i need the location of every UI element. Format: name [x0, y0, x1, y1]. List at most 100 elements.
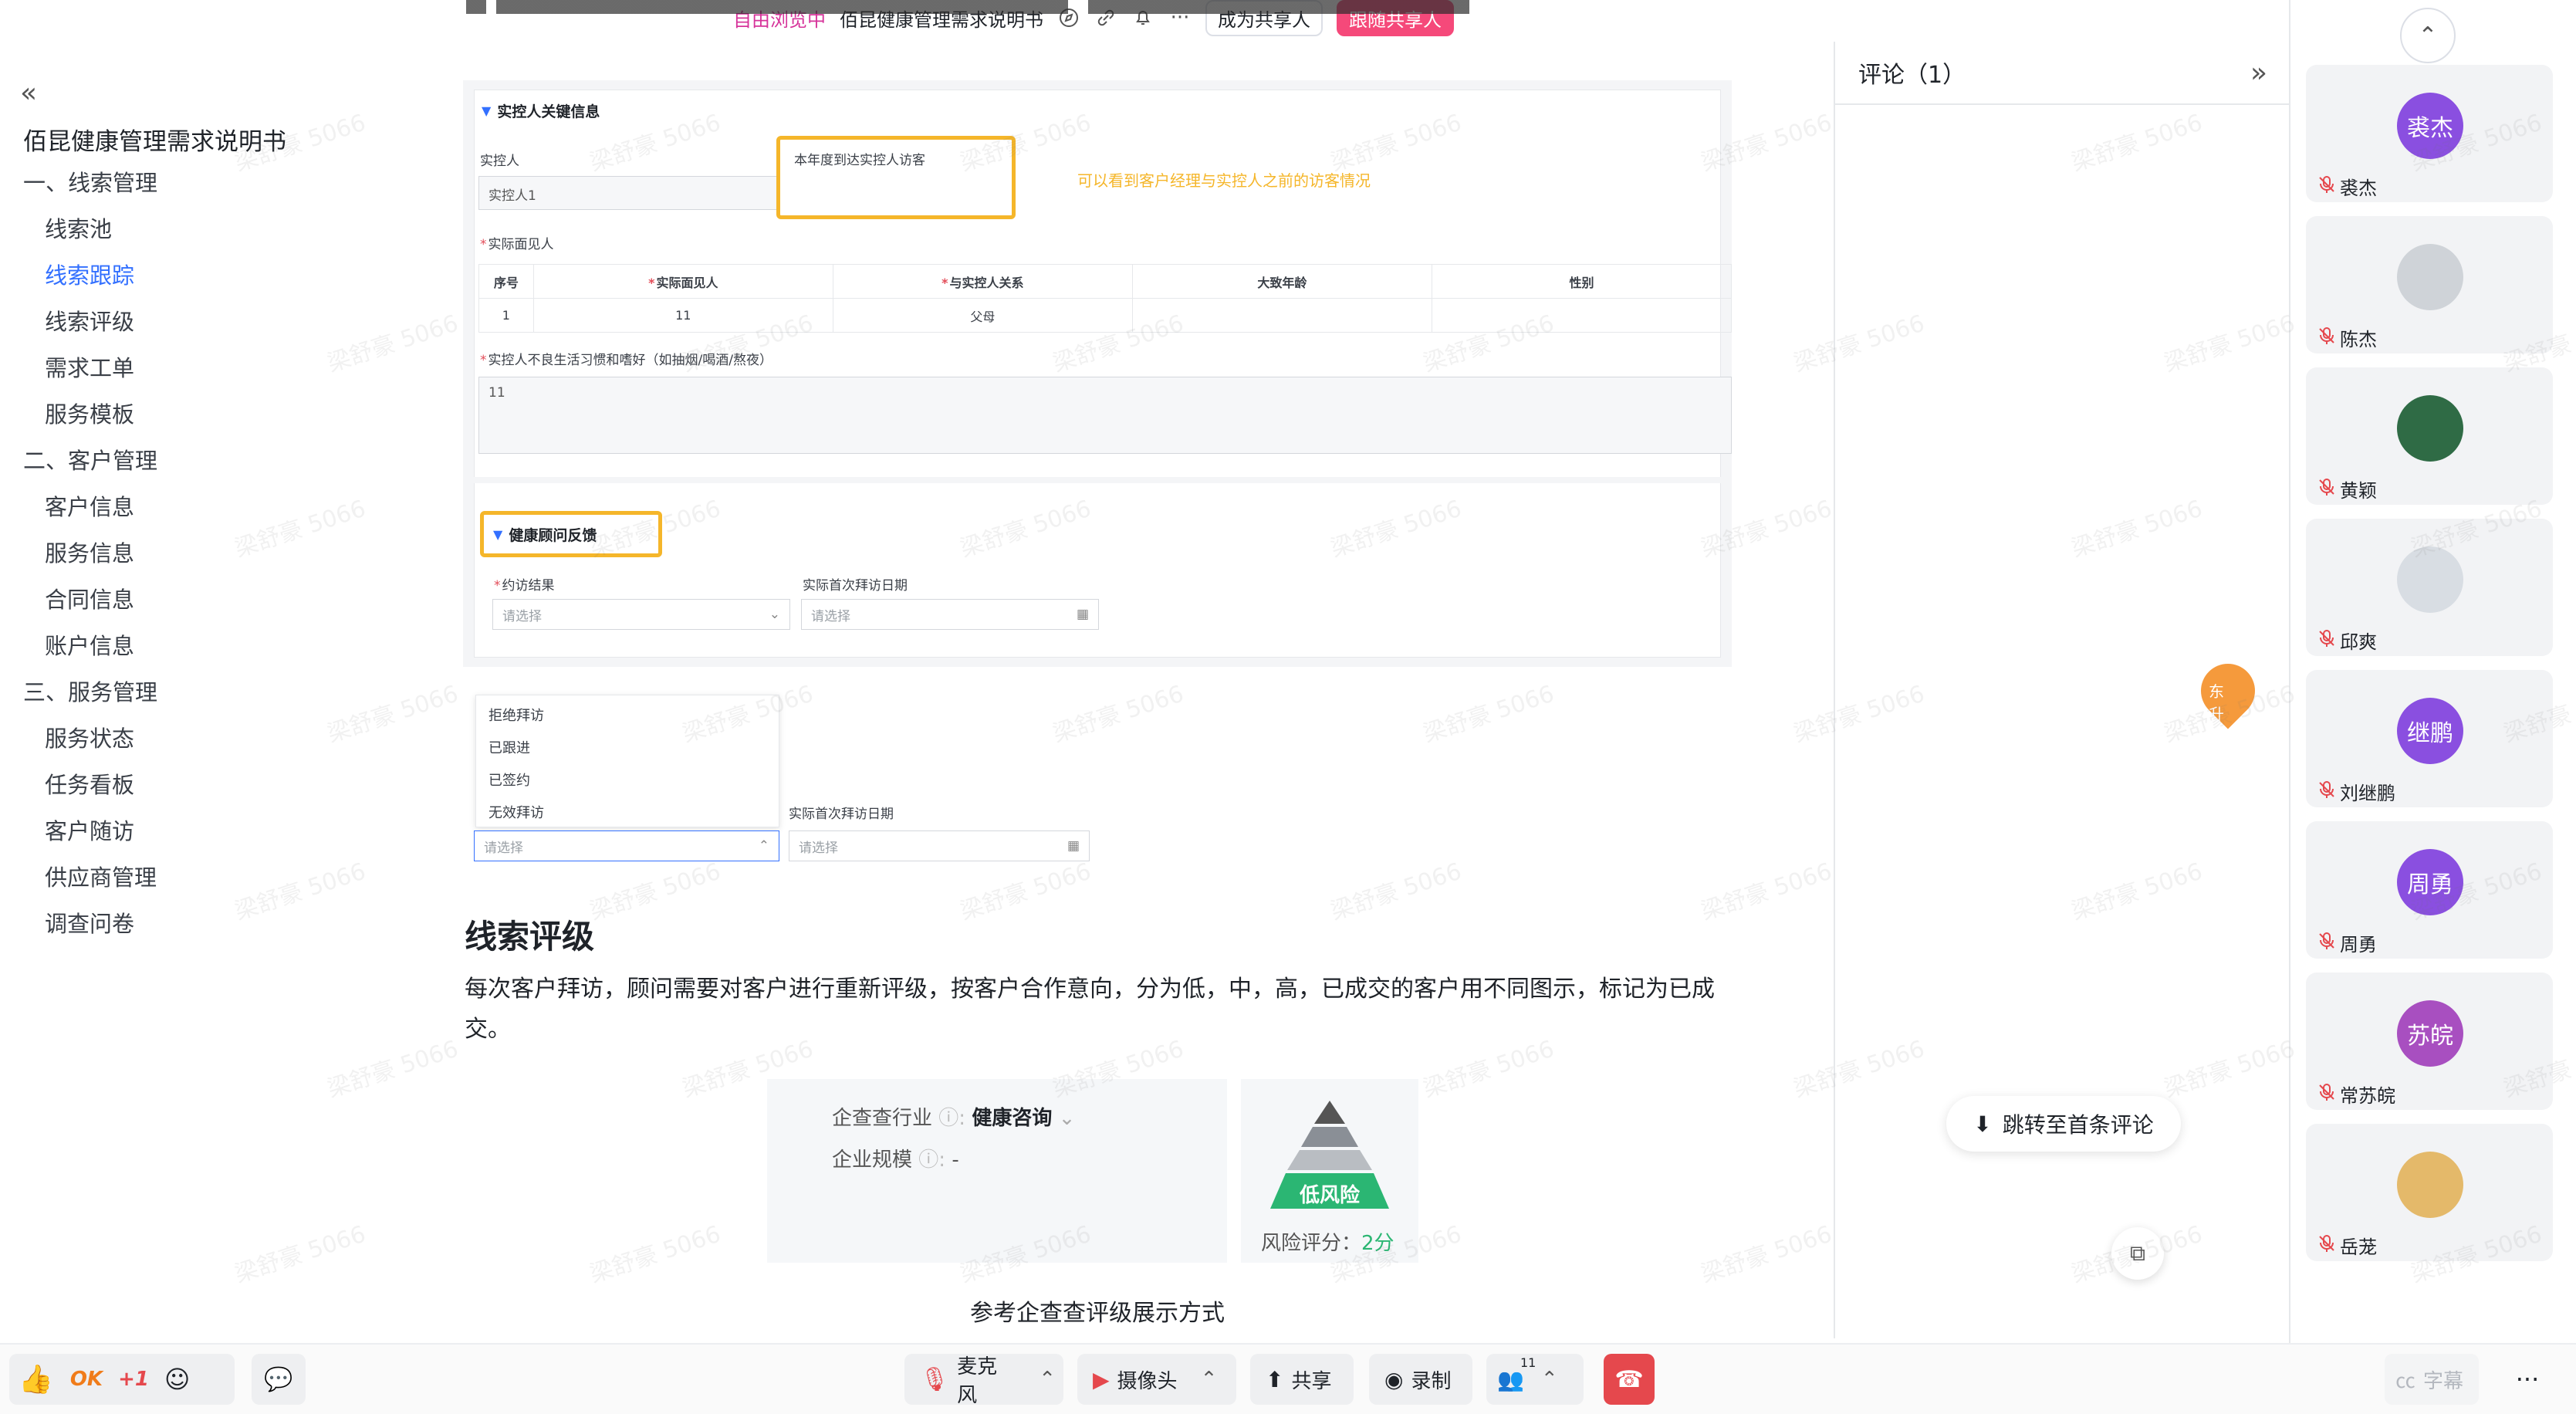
participant-card[interactable]: 裘杰 裘杰	[2306, 65, 2553, 202]
table-cell: 11	[532, 298, 833, 333]
emoji-icon[interactable]: ☺	[157, 1354, 198, 1405]
participant-name: 黄颖	[2340, 480, 2377, 502]
participant-name: 裘杰	[2340, 178, 2377, 199]
reaction-ok-button[interactable]: OK	[63, 1354, 110, 1405]
clipped-text-line	[466, 0, 1469, 15]
met-person-label: 实际面见人	[480, 233, 554, 252]
mic-muted-icon	[2317, 1082, 2337, 1102]
participants-panel: ⌃ 裘杰 裘杰陈杰黄颖邱爽继鹏 刘继鹏周勇 周勇苏皖 常苏皖岳茏	[2289, 0, 2576, 1343]
chat-button[interactable]: 💬	[252, 1354, 306, 1405]
participant-name: 岳茏	[2340, 1236, 2377, 1258]
share-button[interactable]: ⬆ 共享	[1250, 1354, 1354, 1405]
mic-muted-icon	[2317, 931, 2337, 951]
people-icon: 👥	[1497, 1366, 1524, 1392]
avatar	[2397, 244, 2463, 310]
document-body: ▼ 实控人关键信息 实控人 实控人1 本年度到达实控人访客 可以看到客户经理与实…	[0, 0, 2267, 1343]
visit-date-picker[interactable]: 请选择 ▦	[801, 599, 1099, 630]
participant-card[interactable]: 岳茏	[2306, 1124, 2553, 1261]
section-heading-rating: 线索评级	[465, 918, 595, 956]
participant-name: 周勇	[2340, 934, 2377, 956]
mic-control: 🎙 麦克风 ⌃	[904, 1354, 1063, 1407]
reaction-group: 👍 OK +1 ☺	[9, 1354, 235, 1405]
annotation-text: 可以看到客户经理与实控人之前的访客情况	[1077, 171, 1371, 190]
habits-textarea[interactable]: 11	[478, 377, 1732, 454]
risk-card: 低风险 风险评分：2分	[1241, 1079, 1418, 1263]
risk-score-value: 2分	[1361, 1232, 1394, 1255]
table-header-cell: 序号	[478, 264, 534, 299]
record-button[interactable]: ◉ 录制	[1369, 1354, 1472, 1405]
participant-name: 刘继鹏	[2340, 783, 2395, 804]
participant-card[interactable]: 黄颖	[2306, 367, 2553, 505]
visit-result-select[interactable]: 请选择 ⌄	[492, 599, 790, 630]
scroll-up-button[interactable]: ⌃	[2400, 8, 2456, 63]
visit-date-label: 实际首次拜访日期	[803, 578, 908, 594]
habits-label: 实控人不良生活习惯和嗜好（如抽烟/喝酒/熬夜）	[480, 349, 772, 368]
scale-label: 企业规模	[832, 1148, 913, 1172]
visit-result-label: 约访结果	[494, 574, 555, 594]
avatar: 裘杰	[2397, 93, 2463, 159]
participants-options-icon[interactable]: ⌃	[1535, 1368, 1564, 1391]
participants-control: 👥 11 ⌃	[1486, 1354, 1584, 1405]
avatar: 周勇	[2397, 849, 2463, 915]
participant-card[interactable]: 苏皖 常苏皖	[2306, 973, 2553, 1110]
calendar-icon: ▦	[1067, 838, 1080, 854]
participant-card[interactable]: 周勇 周勇	[2306, 821, 2553, 959]
subtitle-button[interactable]: ㏄字幕	[2385, 1354, 2479, 1405]
table-cell: 父母	[832, 298, 1133, 333]
table-cell: 1	[478, 298, 534, 333]
participants-button[interactable]: 👥 11	[1486, 1354, 1536, 1405]
industry-label: 企查查行业	[832, 1107, 933, 1130]
hang-up-button[interactable]: ☎	[1604, 1354, 1655, 1405]
avatar	[2397, 546, 2463, 613]
record-icon: ◉	[1384, 1366, 1404, 1392]
copy-icon[interactable]: ⧉	[2111, 1227, 2164, 1280]
camera-options-icon[interactable]: ⌃	[1193, 1368, 1225, 1391]
chevron-down-icon: ⌄	[769, 607, 780, 622]
comments-panel: 评论（1） » ⬇ 跳转至首条评论 ⧉	[1834, 42, 2290, 1338]
camera-button[interactable]: ▶ 摄像头	[1077, 1354, 1193, 1405]
feedback-highlight-box: ▼ 健康顾问反馈	[480, 511, 662, 557]
controller-input[interactable]: 实控人1	[478, 176, 803, 210]
arrow-down-icon: ⬇	[1973, 1111, 1992, 1137]
reaction-plus-one-button[interactable]: +1	[110, 1354, 157, 1405]
table-header-cell: 与实控人关系	[832, 264, 1133, 299]
share-screen-icon: ⬆	[1266, 1366, 1284, 1392]
caret-down-icon: ▼	[493, 527, 503, 542]
participant-card[interactable]: 邱爽	[2306, 519, 2553, 656]
mic-button[interactable]: 🎙 麦克风	[904, 1354, 1031, 1407]
form-screenshot-2: 拒绝拜访 已跟进 已签约 无效拜访 实际首次拜访日期 请选择 ⌃ 请选择 ▦	[463, 676, 1732, 877]
dropdown-option[interactable]: 已跟进	[488, 737, 530, 757]
camera-control: ▶ 摄像头 ⌃	[1077, 1354, 1236, 1405]
meeting-control-bar: 👍 OK +1 ☺ 💬 🎙 麦克风 ⌃ ▶ 摄像头 ⌃ ⬆ 共享 ◉ 录制 👥 11 ⌃ …	[0, 1343, 2576, 1414]
participant-card[interactable]: 继鹏 刘继鹏	[2306, 670, 2553, 807]
thumbs-up-icon[interactable]: 👍	[9, 1354, 63, 1405]
more-options-icon[interactable]: ···	[2500, 1354, 2554, 1405]
table-row: 1 11 父母	[478, 298, 1733, 333]
mic-muted-icon	[2317, 1233, 2337, 1253]
visit-date-picker-2[interactable]: 请选择 ▦	[789, 830, 1090, 861]
visit-highlight-box: 本年度到达实控人访客	[776, 136, 1016, 219]
mic-options-icon[interactable]: ⌃	[1031, 1368, 1063, 1391]
table-cell	[1431, 298, 1733, 333]
dropdown-option[interactable]: 已签约	[488, 770, 530, 790]
industry-value: 健康咨询	[972, 1107, 1053, 1130]
mic-muted-icon	[2317, 477, 2337, 497]
table-cell	[1131, 298, 1432, 333]
visit-result-select-open[interactable]: 请选择 ⌃	[474, 830, 779, 861]
risk-score-label: 风险评分：	[1261, 1232, 1362, 1255]
collapse-panel-icon[interactable]: »	[2250, 57, 2267, 89]
dropdown-option[interactable]: 拒绝拜访	[488, 705, 544, 725]
mic-muted-icon	[2317, 326, 2337, 346]
avatar: 继鹏	[2397, 698, 2463, 764]
mic-muted-icon: 🎙	[920, 1365, 950, 1393]
form-screenshot-1: ▼ 实控人关键信息 实控人 实控人1 本年度到达实控人访客 可以看到客户经理与实…	[463, 80, 1733, 667]
participant-name: 陈杰	[2340, 329, 2377, 350]
participant-card[interactable]: 陈杰	[2306, 216, 2553, 354]
mic-muted-icon	[2317, 174, 2337, 195]
dropdown-option[interactable]: 无效拜访	[488, 802, 544, 822]
section-header-controller: ▼ 实控人关键信息	[482, 103, 600, 120]
jump-to-first-comment-button[interactable]: ⬇ 跳转至首条评论	[1946, 1096, 2181, 1152]
visit-date-label-2: 实际首次拜访日期	[789, 807, 894, 822]
calendar-icon: ▦	[1076, 607, 1089, 622]
table-header-cell: 性别	[1431, 264, 1733, 299]
